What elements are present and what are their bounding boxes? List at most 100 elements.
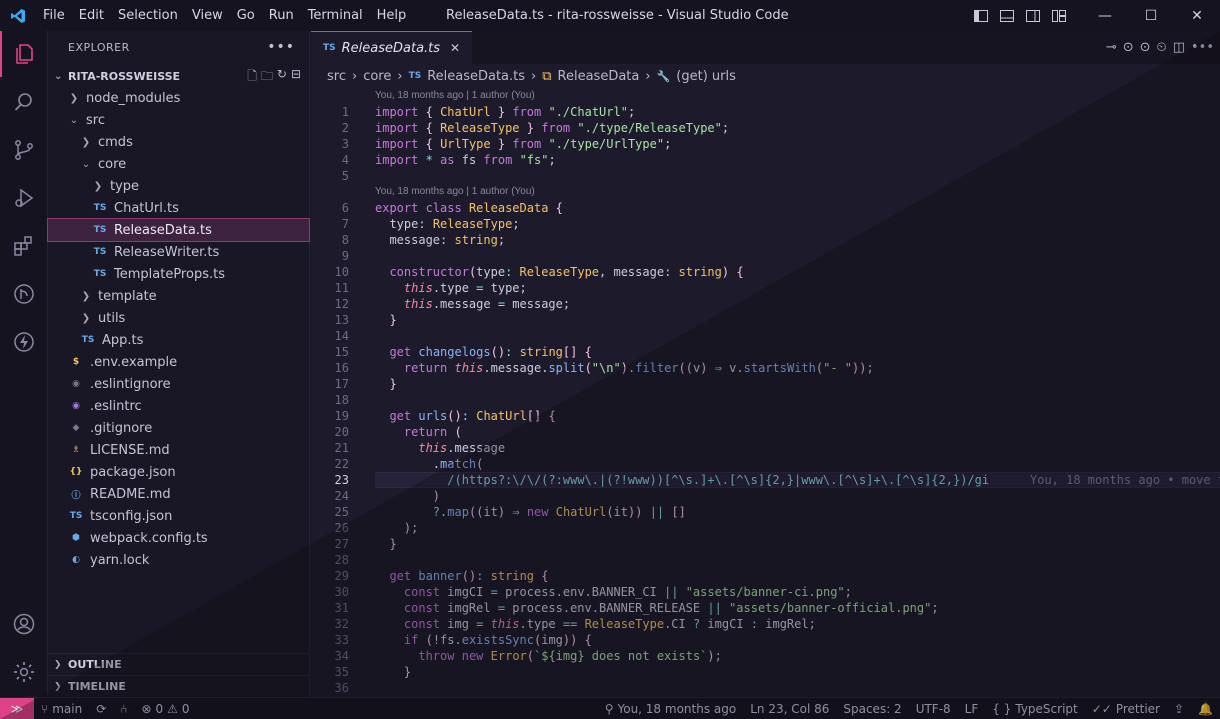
git-history-icon[interactable]: ⏲ [1157, 40, 1167, 55]
new-folder-icon[interactable]: 🗀 [261, 67, 273, 88]
tree-file[interactable]: {} package.json [48, 461, 309, 483]
tree-file[interactable]: ♗ LICENSE.md [48, 439, 309, 461]
accounts-icon[interactable] [0, 601, 48, 647]
new-file-icon[interactable]: 🗋 [247, 67, 257, 88]
timeline-section[interactable]: ❯ TIMELINE [48, 675, 310, 697]
line-number: 6 [341, 201, 349, 215]
tree-file[interactable]: TS TemplateProps.ts [48, 263, 309, 285]
breadcrumb-item[interactable]: (get) urls [676, 69, 736, 84]
lightning-icon[interactable] [0, 319, 48, 365]
tree-file[interactable]: TS tsconfig.json [48, 505, 309, 527]
menu-terminal[interactable]: Terminal [301, 0, 370, 31]
next-change-icon[interactable]: ⊙ [1140, 40, 1151, 55]
line-number: 4 [341, 153, 349, 167]
codelens-blame[interactable]: You, 18 months ago | 1 author (You) [375, 184, 535, 200]
tree-item-label: TemplateProps.ts [114, 266, 225, 282]
breadcrumb-item[interactable]: core [363, 69, 391, 84]
codelens-blame[interactable]: You, 18 months ago | 1 author (You) [375, 88, 535, 104]
minimize-button[interactable]: — [1082, 0, 1128, 31]
source-control-icon[interactable] [0, 127, 48, 173]
line-number: 25 [334, 505, 349, 519]
line-number: 27 [334, 537, 349, 551]
toggle-primary-sidebar-icon[interactable] [968, 0, 994, 31]
breadcrumb-item[interactable]: src [327, 69, 346, 84]
tree-file[interactable]: ◐ yarn.lock [48, 549, 309, 571]
tree-file[interactable]: ◉ .eslintignore [48, 373, 309, 395]
code-text: get changelogs(): string[] { [389, 345, 592, 359]
menu-help[interactable]: Help [370, 0, 414, 31]
tree-item-label: ReleaseWriter.ts [114, 244, 220, 260]
search-icon[interactable] [0, 79, 48, 125]
split-editor-icon[interactable]: ◫ [1173, 40, 1185, 55]
tree-file[interactable]: TS ChatUrl.ts [48, 197, 309, 219]
explorer-icon[interactable] [0, 31, 48, 77]
cursor-position[interactable]: Ln 23, Col 86 [743, 702, 836, 716]
tree-file[interactable]: ⬢ webpack.config.ts [48, 527, 309, 549]
tab-release-data[interactable]: TS ReleaseData.ts ✕ [311, 31, 473, 64]
settings-gear-icon[interactable] [0, 649, 48, 695]
tree-folder[interactable]: ❯ template [48, 285, 309, 307]
git-graph-icon[interactable]: ⑃ [113, 702, 134, 716]
sync-icon[interactable]: ⟳ [89, 702, 113, 716]
code-text: ) [432, 489, 441, 503]
refresh-icon[interactable]: ↻ [277, 67, 287, 88]
remote-indicator-icon[interactable]: ≫ [0, 697, 34, 719]
tree-file[interactable]: TS ReleaseWriter.ts [48, 241, 309, 263]
previous-change-icon[interactable]: ⊙ [1123, 40, 1134, 55]
tree-folder[interactable]: ❯ cmds [48, 131, 309, 153]
tree-file[interactable]: TS ReleaseData.ts [47, 218, 310, 242]
tree-folder[interactable]: ❯ type [48, 175, 309, 197]
tree-item-label: .env.example [90, 354, 178, 370]
tree-folder[interactable]: ⌄ core [48, 153, 309, 175]
tree-file[interactable]: ⓘ README.md [48, 483, 309, 505]
tab-label: ReleaseData.ts [341, 40, 441, 56]
open-changes-icon[interactable]: ⊸ [1106, 40, 1117, 55]
indentation[interactable]: Spaces: 2 [836, 702, 908, 716]
maximize-button[interactable]: ☐ [1128, 0, 1174, 31]
problems-indicator[interactable]: ⊗ 0 ⚠ 0 [134, 702, 196, 716]
breadcrumb-item[interactable]: ReleaseData [558, 69, 640, 84]
code-editor[interactable]: You, 18 months ago | 1 author (You) 1 impo… [311, 88, 1220, 711]
run-debug-icon[interactable] [0, 175, 48, 221]
menu-run[interactable]: Run [262, 0, 301, 31]
customize-layout-icon[interactable] [1046, 0, 1072, 31]
menu-view[interactable]: View [185, 0, 230, 31]
formatter-label: Prettier [1115, 702, 1160, 716]
breadcrumb-item[interactable]: ReleaseData.ts [427, 69, 525, 84]
more-actions-icon[interactable]: ••• [267, 39, 295, 55]
info-file-icon: ⓘ [71, 490, 81, 501]
tree-file[interactable]: TS App.ts [48, 329, 309, 351]
branch-icon: ⑂ [41, 701, 49, 716]
tree-folder[interactable]: ⌄ src [48, 109, 309, 131]
close-tab-icon[interactable]: ✕ [450, 41, 460, 55]
line-number: 36 [334, 681, 349, 695]
language-mode[interactable]: { } TypeScript [985, 702, 1084, 716]
tree-folder[interactable]: ❯ node_modules [48, 87, 309, 109]
outline-section[interactable]: ❯ OUTLINE [48, 653, 310, 675]
tree-file[interactable]: ◆ .gitignore [48, 417, 309, 439]
menu-go[interactable]: Go [230, 0, 262, 31]
toggle-panel-icon[interactable] [994, 0, 1020, 31]
collapse-all-icon[interactable]: ⊟ [291, 67, 301, 88]
branch-indicator[interactable]: ⑂ main [34, 702, 89, 716]
tree-file[interactable]: ◉ .eslintrc [48, 395, 309, 417]
close-window-button[interactable]: ✕ [1174, 0, 1220, 31]
notifications-bell-icon[interactable]: 🔔 [1191, 702, 1220, 716]
code-text: const imgCI = process.env.BANNER_CI || "… [403, 585, 852, 599]
end-of-line[interactable]: LF [958, 702, 986, 716]
blame-status[interactable]: ⚲ You, 18 months ago [598, 702, 744, 716]
tree-file[interactable]: $ .env.example [48, 351, 309, 373]
tree-folder[interactable]: ❯ utils [48, 307, 309, 329]
menu-edit[interactable]: Edit [72, 0, 111, 31]
editor-more-actions-icon[interactable]: ••• [1191, 40, 1214, 55]
code-text: this.message [418, 441, 506, 455]
menu-file[interactable]: File [36, 0, 72, 31]
encoding[interactable]: UTF-8 [909, 702, 958, 716]
prettier-status[interactable]: ✓✓ Prettier [1085, 702, 1167, 716]
menu-selection[interactable]: Selection [111, 0, 185, 31]
toggle-secondary-sidebar-icon[interactable] [1020, 0, 1046, 31]
line-number: 22 [334, 457, 349, 471]
live-share-icon[interactable]: ⇪ [1167, 702, 1191, 716]
extensions-icon[interactable] [0, 223, 48, 269]
remote-explorer-icon[interactable] [0, 271, 48, 317]
